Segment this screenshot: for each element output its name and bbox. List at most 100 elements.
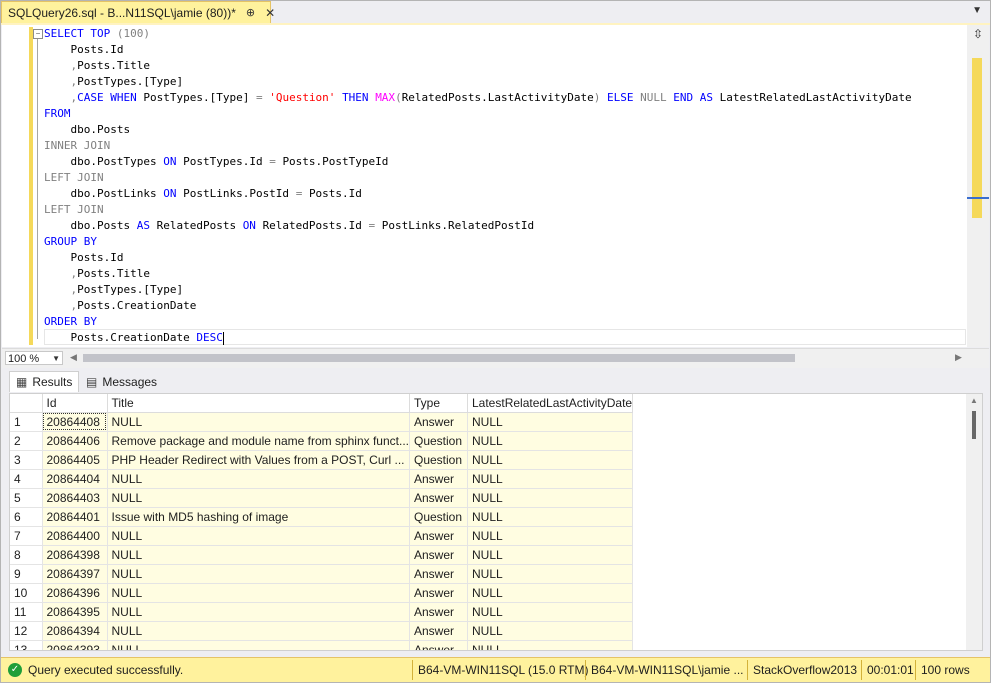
split-icon[interactable]: ⇳ <box>971 27 985 41</box>
code-line[interactable]: LEFT JOIN <box>44 170 912 186</box>
table-row[interactable]: 10 20864396 NULL Answer NULL <box>10 583 634 603</box>
cell-id[interactable]: 20864394 <box>42 621 108 641</box>
cell-latest[interactable]: NULL <box>467 545 634 565</box>
code-line[interactable]: Posts.Id <box>44 42 912 58</box>
cell-latest[interactable]: NULL <box>467 507 634 527</box>
cell-type[interactable]: Answer <box>409 602 468 622</box>
table-row[interactable]: 7 20864400 NULL Answer NULL <box>10 526 634 546</box>
cell-id[interactable]: 20864398 <box>42 545 108 565</box>
cell-latest[interactable]: NULL <box>467 450 634 470</box>
cell-latest[interactable]: NULL <box>467 640 634 650</box>
close-icon[interactable]: ✕ <box>265 6 275 20</box>
cell-type[interactable]: Answer <box>409 564 468 584</box>
cell-latest[interactable]: NULL <box>467 621 634 641</box>
grid-scroll-thumb[interactable] <box>972 411 976 439</box>
cell-type[interactable]: Answer <box>409 412 468 432</box>
code-line[interactable]: SELECT TOP (100) <box>44 26 912 42</box>
column-header-type[interactable]: Type <box>409 394 468 413</box>
cell-title[interactable]: PHP Header Redirect with Values from a P… <box>107 450 410 470</box>
cell-type[interactable]: Question <box>409 431 468 451</box>
cell-latest[interactable]: NULL <box>467 602 634 622</box>
cell-id[interactable]: 20864405 <box>42 450 108 470</box>
code-line[interactable]: dbo.PostTypes ON PostTypes.Id = Posts.Po… <box>44 154 912 170</box>
table-row[interactable]: 11 20864395 NULL Answer NULL <box>10 602 634 622</box>
table-row[interactable]: 2 20864406 Remove package and module name … <box>10 431 634 451</box>
cell-id[interactable]: 20864397 <box>42 564 108 584</box>
code-line[interactable]: Posts.CreationDate DESC <box>44 330 912 346</box>
table-row[interactable]: 8 20864398 NULL Answer NULL <box>10 545 634 565</box>
cell-latest[interactable]: NULL <box>467 488 634 508</box>
pin-icon[interactable]: ⊕ <box>246 6 255 19</box>
code-line[interactable]: ,Posts.Title <box>44 58 912 74</box>
cell-title[interactable]: NULL <box>107 583 410 603</box>
code-line[interactable]: ,PostTypes.[Type] <box>44 282 912 298</box>
cell-title[interactable]: NULL <box>107 602 410 622</box>
table-row[interactable]: 5 20864403 NULL Answer NULL <box>10 488 634 508</box>
query-editor[interactable]: − SELECT TOP (100) Posts.Id ,Posts.Title… <box>2 25 989 347</box>
cell-title[interactable]: NULL <box>107 469 410 489</box>
cell-type[interactable]: Answer <box>409 545 468 565</box>
code-line[interactable]: FROM <box>44 106 912 122</box>
table-row[interactable]: 12 20864394 NULL Answer NULL <box>10 621 634 641</box>
column-header-id[interactable]: Id <box>42 394 108 413</box>
cell-type[interactable]: Answer <box>409 469 468 489</box>
sql-code[interactable]: SELECT TOP (100) Posts.Id ,Posts.Title ,… <box>44 26 912 346</box>
cell-id[interactable]: 20864400 <box>42 526 108 546</box>
collapse-icon[interactable]: − <box>33 29 43 39</box>
cell-title[interactable]: NULL <box>107 545 410 565</box>
cell-id[interactable]: 20864403 <box>42 488 108 508</box>
cell-title[interactable]: Issue with MD5 hashing of image <box>107 507 410 527</box>
cell-title[interactable]: Remove package and module name from sphi… <box>107 431 410 451</box>
scroll-up-icon[interactable]: ▲ <box>970 396 978 405</box>
cell-id[interactable]: 20864404 <box>42 469 108 489</box>
cell-latest[interactable]: NULL <box>467 564 634 584</box>
horizontal-scroll-thumb[interactable] <box>83 354 795 362</box>
cell-title[interactable]: NULL <box>107 564 410 584</box>
cell-id[interactable]: 20864406 <box>42 431 108 451</box>
cell-type[interactable]: Answer <box>409 640 468 650</box>
code-line[interactable]: ,CASE WHEN PostTypes.[Type] = 'Question'… <box>44 90 911 106</box>
zoom-select[interactable]: 100 % ▼ <box>5 351 63 365</box>
scroll-left-icon[interactable]: ◀ <box>70 352 77 363</box>
table-row[interactable]: 4 20864404 NULL Answer NULL <box>10 469 634 489</box>
table-row[interactable]: 13 20864393 NULL Answer NULL <box>10 640 634 650</box>
cell-latest[interactable]: NULL <box>467 431 634 451</box>
cell-type[interactable]: Answer <box>409 583 468 603</box>
cell-type[interactable]: Question <box>409 507 468 527</box>
code-line[interactable]: ,Posts.Title <box>44 266 912 282</box>
cell-latest[interactable]: NULL <box>467 469 634 489</box>
code-line[interactable]: LEFT JOIN <box>44 202 912 218</box>
cell-id[interactable]: 20864401 <box>42 507 108 527</box>
code-line[interactable]: Posts.Id <box>44 250 912 266</box>
cell-title[interactable]: NULL <box>107 412 410 432</box>
table-row[interactable]: 6 20864401 Issue with MD5 hashing of image… <box>10 507 634 527</box>
code-line[interactable]: INNER JOIN <box>44 138 912 154</box>
cell-title[interactable]: NULL <box>107 640 410 650</box>
code-line[interactable]: ,PostTypes.[Type] <box>44 74 912 90</box>
code-line[interactable]: dbo.PostLinks ON PostLinks.PostId = Post… <box>44 186 912 202</box>
table-row[interactable]: 3 20864405 PHP Header Redirect with Values… <box>10 450 634 470</box>
editor-scroll-thumb[interactable] <box>972 58 982 218</box>
editor-vertical-scrollbar[interactable]: ⇳ <box>967 25 989 347</box>
table-row[interactable]: 1 20864408 NULL Answer NULL <box>10 412 634 432</box>
table-row[interactable]: 9 20864397 NULL Answer NULL <box>10 564 634 584</box>
column-header-latest[interactable]: LatestRelatedLastActivityDate <box>467 394 634 413</box>
tab-results[interactable]: ▦ Results <box>9 371 79 392</box>
tab-overflow-icon[interactable]: ▼ <box>972 5 982 16</box>
document-tab[interactable]: SQLQuery26.sql - B...N11SQL\jamie (80))*… <box>1 1 275 23</box>
chevron-down-icon[interactable]: ▼ <box>52 352 60 366</box>
scroll-right-icon[interactable]: ▶ <box>955 352 962 363</box>
cell-latest[interactable]: NULL <box>467 583 634 603</box>
cell-type[interactable]: Question <box>409 450 468 470</box>
cell-id[interactable]: 20864395 <box>42 602 108 622</box>
code-line[interactable]: ,Posts.CreationDate <box>44 298 912 314</box>
cell-title[interactable]: NULL <box>107 621 410 641</box>
code-line[interactable]: dbo.Posts AS RelatedPosts ON RelatedPost… <box>44 218 912 234</box>
cell-latest[interactable]: NULL <box>467 526 634 546</box>
cell-id[interactable]: 20864408 <box>42 412 108 432</box>
tab-messages[interactable]: ▤ Messages <box>80 371 158 392</box>
grid-vertical-scrollbar[interactable]: ▲ <box>966 394 982 650</box>
code-line[interactable]: GROUP BY <box>44 234 912 250</box>
cell-type[interactable]: Answer <box>409 488 468 508</box>
code-line[interactable]: dbo.Posts <box>44 122 912 138</box>
